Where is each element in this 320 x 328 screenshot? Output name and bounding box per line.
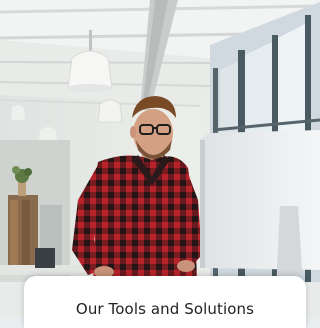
card-title: Our Tools and Solutions <box>75 300 255 318</box>
solutions-card[interactable]: Our Tools and Solutions <box>24 276 306 328</box>
office-photo <box>0 0 320 317</box>
